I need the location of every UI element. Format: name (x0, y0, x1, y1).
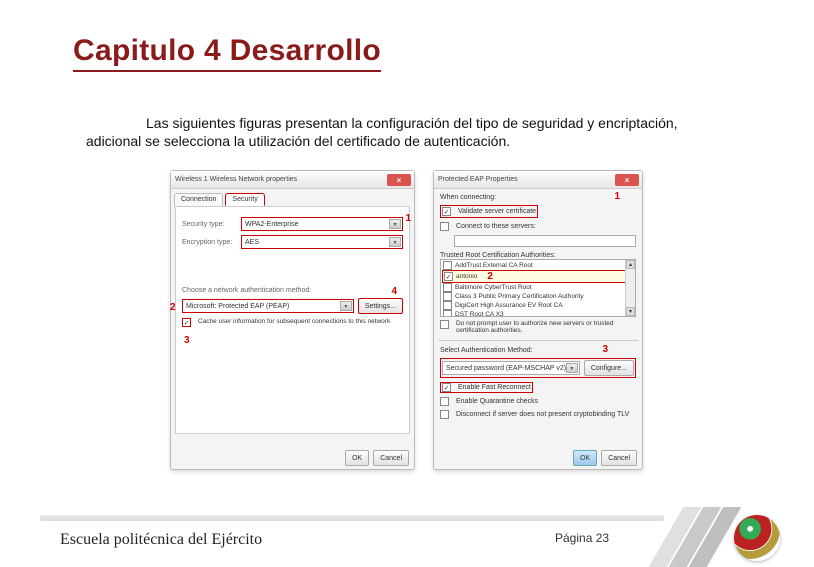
checkbox-fast[interactable]: ✓ (442, 383, 451, 392)
list-ca[interactable]: AddTrust External CA Root ✓antonio 2 Bal… (440, 259, 636, 317)
footer-school: Escuela politécnica del Ejército (60, 531, 262, 549)
close-icon[interactable]: × (615, 174, 639, 186)
label-trusted: Trusted Root Certification Authorities: (440, 252, 636, 259)
select-encryption-type[interactable]: AES▾ (241, 235, 403, 249)
annotation-2: 2 (487, 271, 493, 282)
tab-security[interactable]: Security (225, 193, 264, 206)
tab-connection[interactable]: Connection (174, 193, 223, 206)
ca-item: AddTrust External CA Root (455, 262, 533, 269)
checkbox-quarantine[interactable] (440, 397, 449, 406)
label-fast: Enable Fast Reconnect (458, 384, 531, 391)
ok-button[interactable]: OK (345, 450, 369, 466)
settings-button[interactable]: Settings... (358, 298, 403, 314)
label-disconnect: Disconnect if server does not present cr… (456, 411, 629, 418)
tab-strip: Connection Security (171, 193, 414, 206)
annotation-3: 3 (602, 344, 608, 355)
configure-button[interactable]: Configure... (584, 360, 634, 376)
checkbox-disconnect[interactable] (440, 410, 449, 419)
label-auth-method: Choose a network authentication method: (182, 287, 311, 294)
label-security-type: Security type: (182, 221, 237, 228)
checkbox-connect-servers[interactable] (440, 222, 449, 231)
ok-button[interactable]: OK (573, 450, 597, 466)
chevron-down-icon[interactable]: ▾ (340, 301, 352, 311)
label-when-connecting: When connecting: (440, 194, 636, 201)
figures-row: Wireless 1 Wireless Network properties ×… (170, 170, 643, 470)
ca-item: Class 3 Public Primary Certification Aut… (455, 293, 584, 300)
footer-diagonals (594, 519, 754, 567)
annotation-2: 2 (170, 302, 176, 313)
label-encryption-type: Encryption type: (182, 239, 237, 246)
ca-item: Baltimore CyberTrust Root (455, 284, 532, 291)
dialog-buttons: OK Cancel (573, 450, 637, 466)
scroll-down-icon: ▾ (626, 307, 635, 316)
annotation-4: 4 (391, 286, 397, 297)
annotation-1: 1 (405, 213, 411, 224)
dialog-network-properties: Wireless 1 Wireless Network properties ×… (170, 170, 415, 470)
label-noprompt: Do not prompt user to authorize new serv… (456, 320, 636, 334)
checkbox-cache[interactable]: ✓ (182, 318, 191, 327)
pane-security: Security type: WPA2-Enterprise▾ 1 Encryp… (175, 206, 410, 434)
chevron-down-icon[interactable]: ▾ (389, 237, 401, 247)
annotation-1: 1 (614, 191, 620, 202)
school-logo-icon (734, 515, 780, 561)
ca-item: DigiCert High Assurance EV Root CA (455, 302, 563, 309)
dialog-peap-properties: Protected EAP Properties × When connecti… (433, 170, 643, 470)
titlebar: Wireless 1 Wireless Network properties × (171, 171, 414, 189)
label-validate: Validate server certificate (458, 208, 536, 215)
select-security-type[interactable]: WPA2-Enterprise▾ (241, 217, 403, 231)
label-quarantine: Enable Quarantine checks (456, 398, 538, 405)
intro-paragraph: Las siguientes figuras presentan la conf… (86, 115, 726, 150)
scrollbar[interactable]: ▴▾ (625, 260, 635, 316)
window-title: Wireless 1 Wireless Network properties (175, 176, 297, 183)
label-cache: Cache user information for subsequent co… (198, 318, 403, 325)
slide: Capitulo 4 Desarrollo Las siguientes fig… (0, 0, 814, 567)
cancel-button[interactable]: Cancel (601, 450, 637, 466)
annotation-3: 3 (184, 335, 190, 346)
scroll-up-icon: ▴ (626, 260, 635, 269)
input-servers[interactable] (454, 235, 636, 247)
footer-bar (40, 515, 664, 521)
checkbox-noprompt[interactable] (440, 320, 449, 329)
footer: Escuela politécnica del Ejército Página … (0, 513, 814, 567)
footer-page-number: Página 23 (555, 531, 609, 545)
chevron-down-icon[interactable]: ▾ (566, 363, 578, 373)
titlebar: Protected EAP Properties × (434, 171, 642, 189)
chapter-title: Capitulo 4 Desarrollo (73, 34, 381, 72)
close-icon[interactable]: × (387, 174, 411, 186)
select-auth-method[interactable]: Microsoft: Protected EAP (PEAP)▾ (182, 299, 354, 313)
ca-item: DST Root CA X3 (455, 311, 504, 317)
checkbox-validate[interactable]: ✓ (442, 207, 451, 216)
window-title: Protected EAP Properties (438, 176, 518, 183)
dialog-buttons: OK Cancel (345, 450, 409, 466)
label-connect-servers: Connect to these servers: (456, 223, 536, 230)
cancel-button[interactable]: Cancel (373, 450, 409, 466)
ca-item-selected: antonio (456, 273, 477, 280)
select-auth[interactable]: Secured password (EAP-MSCHAP v2)▾ (442, 361, 580, 375)
chevron-down-icon[interactable]: ▾ (389, 219, 401, 229)
